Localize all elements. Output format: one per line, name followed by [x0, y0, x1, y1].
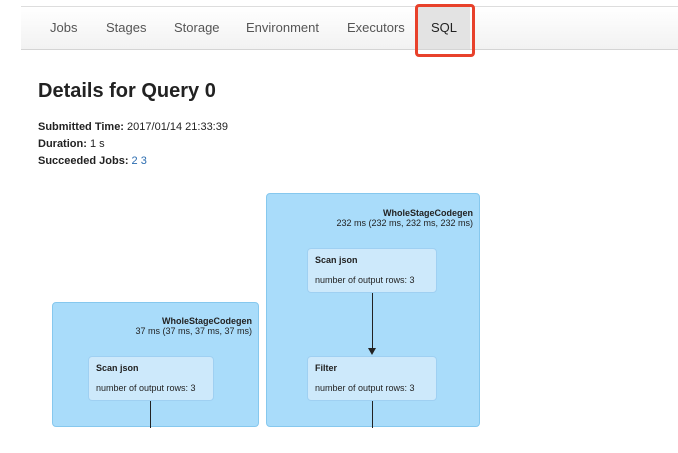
edge-line: [150, 401, 151, 428]
node-metric: number of output rows: 3: [315, 275, 415, 285]
nav-tab-sql[interactable]: SQL: [418, 7, 470, 49]
duration-row: Duration: 1 s: [38, 138, 105, 150]
edge-line: [372, 401, 373, 428]
submitted-time-row: Submitted Time: 2017/01/14 21:33:39: [38, 121, 228, 133]
submitted-time-label: Submitted Time:: [38, 121, 124, 133]
job-link-2[interactable]: 2: [132, 155, 138, 167]
edge-arrowhead: [368, 348, 376, 355]
nav-tab-storage[interactable]: Storage: [174, 7, 220, 49]
filter-node[interactable]: Filter number of output rows: 3: [307, 356, 437, 401]
cluster-name: WholeStageCodegen: [161, 316, 252, 326]
node-name: Scan json: [96, 363, 139, 373]
nav-tab-executors[interactable]: Executors: [347, 7, 405, 49]
top-navbar: Jobs Stages Storage Environment Executor…: [21, 6, 678, 50]
node-name: Scan json: [315, 255, 358, 265]
scan-json-node[interactable]: Scan json number of output rows: 3: [307, 248, 437, 293]
cluster-metrics: 37 ms (37 ms, 37 ms, 37 ms): [135, 326, 252, 336]
job-link-3[interactable]: 3: [141, 155, 147, 167]
node-metric: number of output rows: 3: [315, 383, 415, 393]
submitted-time-value: 2017/01/14 21:33:39: [127, 121, 228, 133]
scan-json-node[interactable]: Scan json number of output rows: 3: [88, 356, 214, 401]
nav-tab-stages[interactable]: Stages: [106, 7, 146, 49]
cluster-metrics: 232 ms (232 ms, 232 ms, 232 ms): [336, 218, 473, 228]
codegen-cluster-right: WholeStageCodegen 232 ms (232 ms, 232 ms…: [266, 193, 480, 428]
node-metric: number of output rows: 3: [96, 383, 196, 393]
nav-tab-jobs[interactable]: Jobs: [50, 7, 77, 49]
succeeded-jobs-label: Succeeded Jobs:: [38, 155, 129, 167]
codegen-cluster-left: WholeStageCodegen 37 ms (37 ms, 37 ms, 3…: [52, 302, 259, 428]
duration-value: 1 s: [89, 138, 105, 150]
page-title: Details for Query 0: [38, 80, 216, 102]
node-name: Filter: [315, 363, 338, 373]
nav-tab-environment[interactable]: Environment: [246, 7, 319, 49]
edge-line: [372, 293, 373, 348]
cluster-name: WholeStageCodegen: [382, 208, 473, 218]
succeeded-jobs-row: Succeeded Jobs: 2 3: [38, 155, 147, 167]
duration-label: Duration:: [38, 138, 87, 150]
